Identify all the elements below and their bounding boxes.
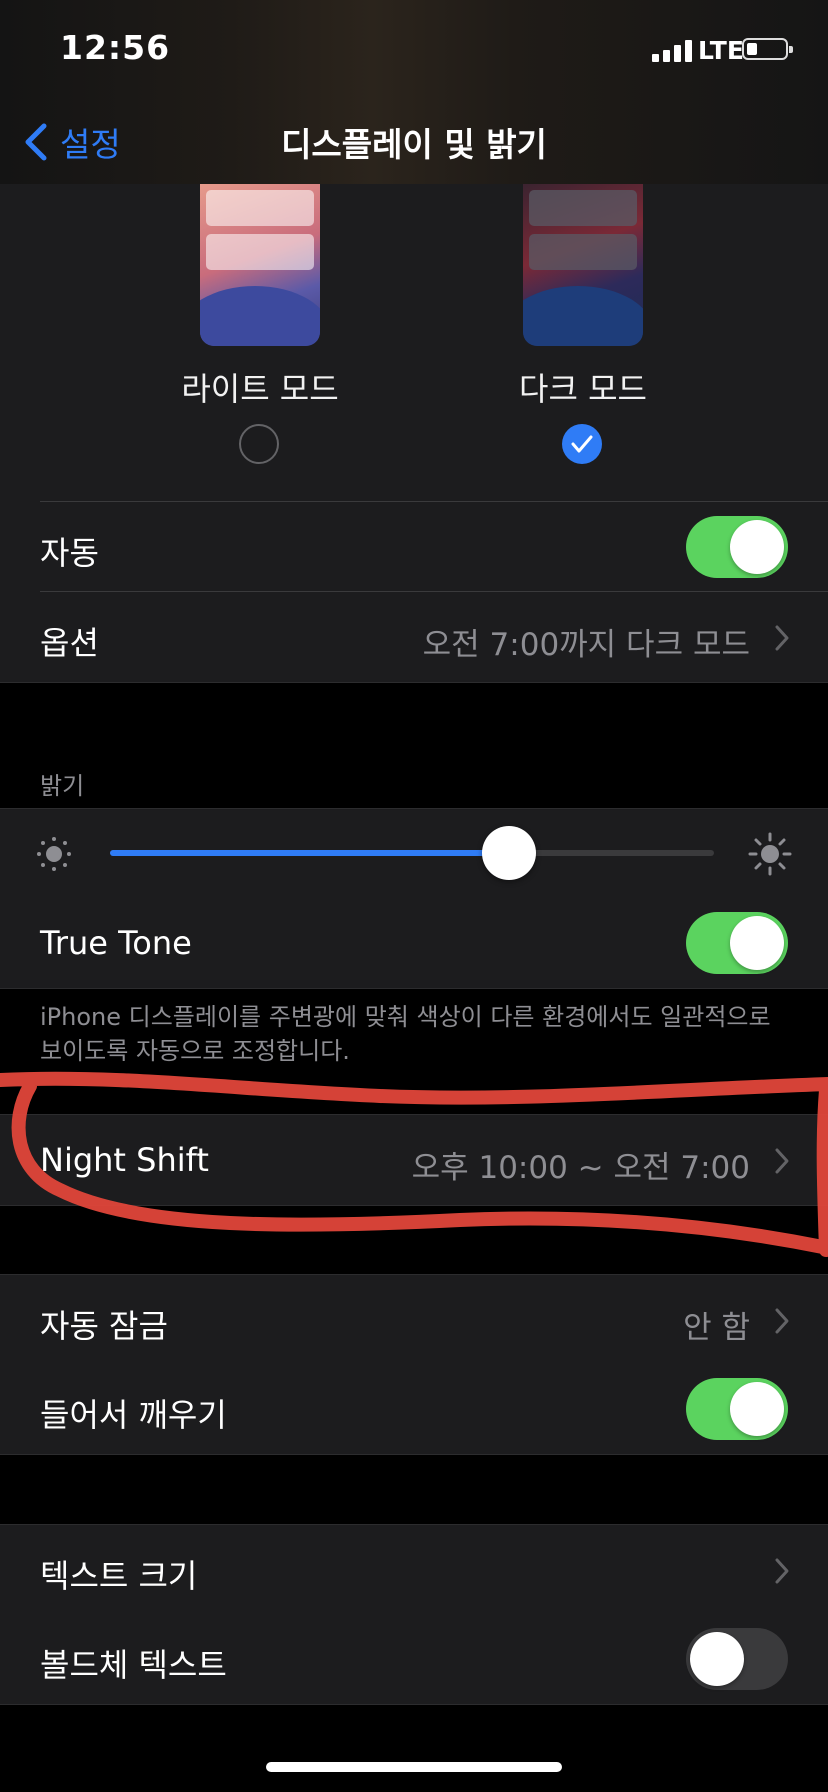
home-indicator[interactable] [266,1762,562,1772]
network-type: LTE [698,36,744,65]
options-value: 오전 7:00까지 다크 모드 [422,627,750,663]
true-tone-description: iPhone 디스플레이를 주변광에 맞춰 색상이 다른 환경에서도 일관적으로… [40,1003,771,1065]
brightness-slider-thumb[interactable] [481,826,536,880]
light-mode-label: 라이트 모드 [181,370,339,408]
text-size-row[interactable]: 텍스트 크기 [0,1524,828,1615]
raise-to-wake-label: 들어서 깨우기 [40,1396,227,1434]
chevron-right-icon [775,625,789,651]
dark-mode-label: 다크 모드 [519,370,647,408]
options-label: 옵션 [40,624,99,662]
bold-text-toggle[interactable] [686,1628,788,1690]
red-annotation-marker [0,1071,828,1257]
dark-mode-preview[interactable] [523,184,643,346]
bold-text-label: 볼드체 텍스트 [40,1646,227,1684]
text-size-label: 텍스트 크기 [40,1557,198,1595]
sun-small-icon [37,837,71,871]
automatic-row: 자동 [0,502,828,592]
light-mode-preview[interactable] [200,184,320,346]
light-mode-radio[interactable] [239,424,279,464]
true-tone-row: True Tone [0,898,828,989]
automatic-toggle[interactable] [686,516,788,578]
battery-icon [742,38,793,60]
auto-lock-value: 안 함 [683,1310,750,1346]
chevron-right-icon [775,1558,789,1584]
chevron-right-icon [775,1308,789,1334]
raise-to-wake-row: 들어서 깨우기 [0,1364,828,1455]
sun-large-icon [748,832,792,876]
brightness-header: 밝기 [40,772,85,800]
auto-lock-label: 자동 잠금 [40,1307,168,1345]
navigation-bar: 12:56 LTE 설정 디스플레이 및 밝기 [0,0,828,185]
brightness-slider[interactable] [110,826,714,880]
options-row[interactable]: 옵션 오전 7:00까지 다크 모드 [0,592,828,683]
brightness-slider-fill [110,850,509,856]
signal-strength-icon [652,40,694,62]
status-time: 12:56 [60,28,171,67]
dark-mode-radio[interactable] [562,424,602,464]
page-title: 디스플레이 및 밝기 [281,125,547,164]
bold-text-row: 볼드체 텍스트 [0,1614,828,1705]
true-tone-label: True Tone [40,924,192,962]
true-tone-toggle[interactable] [686,912,788,974]
auto-lock-row[interactable]: 자동 잠금 안 함 [0,1274,828,1365]
checkmark-icon [571,435,593,453]
raise-to-wake-toggle[interactable] [686,1378,788,1440]
automatic-label: 자동 [40,534,99,572]
